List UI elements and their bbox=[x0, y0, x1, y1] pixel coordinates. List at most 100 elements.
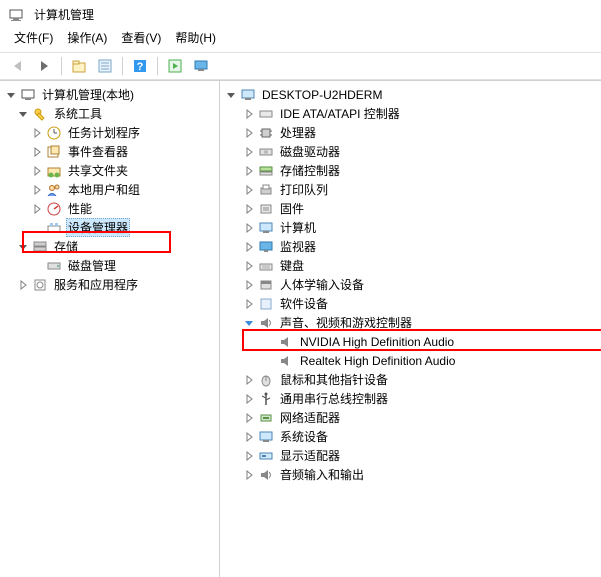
keyboard-icon bbox=[258, 258, 274, 274]
device-node-display[interactable]: 显示适配器 bbox=[222, 446, 599, 465]
collapse-icon[interactable] bbox=[16, 240, 30, 254]
network-icon bbox=[258, 410, 274, 426]
wrench-icon bbox=[32, 106, 48, 122]
expand-icon[interactable] bbox=[242, 392, 256, 406]
tree-label: 任务计划程序 bbox=[66, 124, 142, 141]
up-button[interactable] bbox=[67, 55, 91, 77]
menu-file[interactable]: 文件(F) bbox=[8, 27, 59, 48]
expand-icon[interactable] bbox=[30, 145, 44, 159]
device-node-usb[interactable]: 通用串行总线控制器 bbox=[222, 389, 599, 408]
device-node-ide[interactable]: IDE ATA/ATAPI 控制器 bbox=[222, 104, 599, 123]
device-label: 打印队列 bbox=[278, 181, 330, 198]
event-icon bbox=[46, 144, 62, 160]
ide-icon bbox=[258, 106, 274, 122]
expand-icon[interactable] bbox=[242, 107, 256, 121]
properties-button[interactable] bbox=[93, 55, 117, 77]
firmware-icon bbox=[258, 201, 274, 217]
expand-icon[interactable] bbox=[242, 145, 256, 159]
forward-button[interactable] bbox=[32, 55, 56, 77]
expand-icon[interactable] bbox=[30, 126, 44, 140]
device-node-system[interactable]: 系统设备 bbox=[222, 427, 599, 446]
tree-node-shared-folders[interactable]: 共享文件夹 bbox=[2, 161, 217, 180]
expand-icon[interactable] bbox=[242, 373, 256, 387]
device-label: 通用串行总线控制器 bbox=[278, 390, 390, 407]
device-node-storage-controllers[interactable]: 存储控制器 bbox=[222, 161, 599, 180]
device-node-network[interactable]: 网络适配器 bbox=[222, 408, 599, 427]
device-label: 网络适配器 bbox=[278, 409, 342, 426]
left-tree[interactable]: 计算机管理(本地) 系统工具 任务计划程序 bbox=[2, 85, 217, 294]
device-label: 人体学输入设备 bbox=[278, 276, 366, 293]
device-node-monitors[interactable]: 监视器 bbox=[222, 237, 599, 256]
tree-label: 事件查看器 bbox=[66, 143, 130, 160]
device-node-computers[interactable]: 计算机 bbox=[222, 218, 599, 237]
system-device-icon bbox=[258, 429, 274, 445]
expand-icon[interactable] bbox=[242, 240, 256, 254]
tree-node-disk-mgmt[interactable]: 磁盘管理 bbox=[2, 256, 217, 275]
expand-icon[interactable] bbox=[242, 411, 256, 425]
expand-icon[interactable] bbox=[242, 468, 256, 482]
left-pane: 计算机管理(本地) 系统工具 任务计划程序 bbox=[0, 81, 220, 577]
device-node-realtek-audio[interactable]: Realtek High Definition Audio bbox=[222, 351, 599, 370]
device-node-mice[interactable]: 鼠标和其他指针设备 bbox=[222, 370, 599, 389]
expand-icon[interactable] bbox=[30, 202, 44, 216]
mouse-icon bbox=[258, 372, 274, 388]
tree-label: 设备管理器 bbox=[66, 218, 130, 237]
collapse-icon[interactable] bbox=[4, 88, 18, 102]
menu-action[interactable]: 操作(A) bbox=[61, 27, 113, 48]
expand-icon[interactable] bbox=[242, 202, 256, 216]
device-tree[interactable]: DESKTOP-U2HDERM IDE ATA/ATAPI 控制器 处理器 bbox=[222, 85, 599, 484]
back-button[interactable] bbox=[6, 55, 30, 77]
refresh-button[interactable] bbox=[163, 55, 187, 77]
expand-icon[interactable] bbox=[242, 126, 256, 140]
expand-icon[interactable] bbox=[242, 449, 256, 463]
device-node-firmware[interactable]: 固件 bbox=[222, 199, 599, 218]
device-node-hid[interactable]: 人体学输入设备 bbox=[222, 275, 599, 294]
expand-icon[interactable] bbox=[242, 164, 256, 178]
toolbar-separator bbox=[157, 57, 158, 75]
tree-label: 性能 bbox=[66, 200, 94, 217]
tree-node-event-viewer[interactable]: 事件查看器 bbox=[2, 142, 217, 161]
monitor-button[interactable] bbox=[189, 55, 213, 77]
expand-icon[interactable] bbox=[242, 259, 256, 273]
tree-node-storage[interactable]: 存储 bbox=[2, 237, 217, 256]
device-node-print-queues[interactable]: 打印队列 bbox=[222, 180, 599, 199]
expand-icon[interactable] bbox=[242, 430, 256, 444]
tree-node-local-users[interactable]: 本地用户和组 bbox=[2, 180, 217, 199]
expand-icon[interactable] bbox=[30, 164, 44, 178]
expand-icon[interactable] bbox=[242, 183, 256, 197]
tree-node-task-scheduler[interactable]: 任务计划程序 bbox=[2, 123, 217, 142]
tree-label: 计算机管理(本地) bbox=[40, 86, 136, 103]
tree-node-device-manager[interactable]: 设备管理器 bbox=[2, 218, 217, 237]
expand-icon[interactable] bbox=[242, 297, 256, 311]
expand-icon[interactable] bbox=[242, 278, 256, 292]
tree-label: 服务和应用程序 bbox=[52, 276, 140, 293]
tree-node-root[interactable]: 计算机管理(本地) bbox=[2, 85, 217, 104]
device-node-processors[interactable]: 处理器 bbox=[222, 123, 599, 142]
menu-view[interactable]: 查看(V) bbox=[115, 27, 167, 48]
expand-icon[interactable] bbox=[16, 278, 30, 292]
audio-io-icon bbox=[258, 467, 274, 483]
device-node-software[interactable]: 软件设备 bbox=[222, 294, 599, 313]
svg-text:?: ? bbox=[137, 61, 144, 73]
tree-node-systools[interactable]: 系统工具 bbox=[2, 104, 217, 123]
device-node-disk-drives[interactable]: 磁盘驱动器 bbox=[222, 142, 599, 161]
users-icon bbox=[46, 182, 62, 198]
tree-node-services[interactable]: 服务和应用程序 bbox=[2, 275, 217, 294]
device-node-sound[interactable]: 声音、视频和游戏控制器 bbox=[222, 313, 599, 332]
collapse-icon[interactable] bbox=[224, 88, 238, 102]
collapse-icon[interactable] bbox=[16, 107, 30, 121]
menu-help[interactable]: 帮助(H) bbox=[169, 27, 222, 48]
device-node-audio-io[interactable]: 音频输入和输出 bbox=[222, 465, 599, 484]
expand-icon[interactable] bbox=[242, 221, 256, 235]
tree-node-performance[interactable]: 性能 bbox=[2, 199, 217, 218]
device-node-nvidia-audio[interactable]: NVIDIA High Definition Audio bbox=[222, 332, 599, 351]
device-node-keyboards[interactable]: 键盘 bbox=[222, 256, 599, 275]
expand-icon[interactable] bbox=[30, 183, 44, 197]
device-node-computer[interactable]: DESKTOP-U2HDERM bbox=[222, 85, 599, 104]
speaker-icon bbox=[278, 353, 294, 369]
title-bar: 计算机管理 bbox=[0, 0, 601, 27]
tree-label: 本地用户和组 bbox=[66, 181, 142, 198]
collapse-icon[interactable] bbox=[242, 316, 256, 330]
storage-controller-icon bbox=[258, 163, 274, 179]
help-button[interactable]: ? bbox=[128, 55, 152, 77]
